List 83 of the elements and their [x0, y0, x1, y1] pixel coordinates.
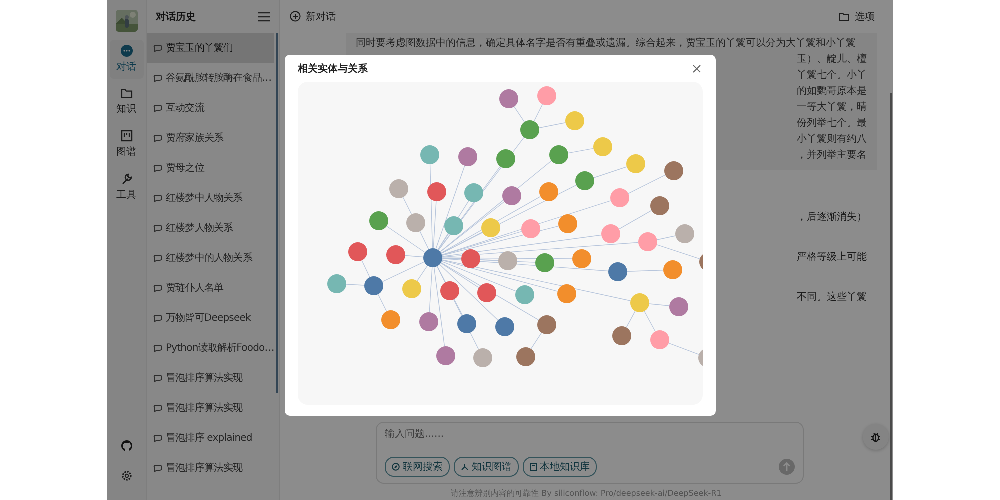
edge-line	[514, 106, 526, 122]
edge-line	[668, 342, 700, 356]
chat-bubble-icon	[153, 404, 163, 412]
menu-icon[interactable]	[258, 12, 270, 22]
history-item[interactable]: 红楼梦中人物关系	[147, 183, 274, 213]
message-text: 份列举七个。最	[797, 117, 867, 130]
chat-bubble-icon	[153, 314, 163, 322]
history-item[interactable]: 贾府家族关系	[147, 123, 274, 153]
edge-line	[378, 294, 388, 312]
tool-toggle[interactable]: 知识图谱	[454, 457, 519, 477]
close-icon[interactable]	[693, 64, 701, 72]
history-item[interactable]: Python读取解析Foodo…	[147, 333, 274, 363]
history-item[interactable]: 贾母之位	[147, 153, 274, 183]
dialog-title: 相关实体与关系	[298, 62, 368, 76]
github-icon[interactable]	[120, 440, 132, 452]
edge-line	[405, 255, 424, 258]
bug-icon	[870, 431, 882, 443]
chat-bubble-icon	[153, 164, 163, 172]
edge-line	[656, 244, 700, 260]
edge-line	[346, 284, 365, 286]
new-chat-button[interactable]: 新对话	[290, 10, 336, 24]
chat-bubble-icon	[153, 374, 163, 382]
message-text: 玉）、靛儿、檀	[797, 53, 867, 66]
tool-toggle[interactable]: 本地知识库	[523, 457, 597, 477]
branch-icon	[461, 463, 469, 471]
history-item[interactable]: 冒泡排序 explained	[147, 423, 274, 453]
history-item[interactable]: 贾宝玉的丫鬟们	[147, 33, 274, 63]
message-text: 的如鹦哥原本是	[797, 85, 867, 98]
tool-toggle[interactable]: 联网搜索	[385, 457, 450, 477]
folder-icon	[120, 88, 132, 99]
edge-line	[656, 236, 676, 240]
message-text: 小丫鬟则有约八	[797, 133, 867, 146]
edge-line	[618, 210, 652, 230]
chat-bubble-icon	[153, 464, 163, 472]
history-item[interactable]: 万物皆可Deepseek	[147, 303, 274, 333]
chat-bubble-icon	[153, 434, 163, 442]
answer-text: 不同。这些丫鬟	[797, 290, 867, 304]
options-button[interactable]: 选项	[839, 10, 875, 24]
chat-bubble-icon	[153, 134, 163, 142]
nav-item[interactable]: 对话	[110, 40, 144, 79]
history-item[interactable]: 红楼梦中的人物关系	[147, 243, 274, 273]
edge-line	[568, 148, 594, 154]
chat-bubble-icon	[153, 344, 163, 352]
chat-bubble-icon	[153, 44, 163, 52]
message-text: 丫鬟七个。小丫	[797, 69, 867, 82]
sidebar-title: 对话历史	[156, 10, 196, 24]
chat-bubble-icon	[153, 254, 163, 262]
folder-icon	[839, 12, 850, 22]
chat-bubble-icon	[153, 224, 163, 232]
edge-line	[362, 260, 370, 278]
chat-icon	[120, 45, 132, 57]
history-item[interactable]: 冒泡排序算法实现	[147, 453, 274, 483]
answer-text: ，后逐渐消失）	[797, 210, 867, 224]
board-icon	[120, 130, 132, 142]
message-text: 同时要考虑图数据中的信息，确定具体名字是否有重叠或遗漏。综合起来，贾宝玉的丫鬟可以分为大丫鬟和小丫鬟	[356, 37, 857, 50]
edge-line	[649, 304, 670, 306]
history-item[interactable]: 互动交流	[147, 93, 274, 123]
message-text: ，并列举主要名	[797, 149, 867, 162]
edge-line	[626, 310, 636, 328]
history-item[interactable]: 贾琏仆人名单	[147, 273, 274, 303]
nav-item[interactable]: 知识	[110, 83, 144, 121]
edge-line	[644, 311, 656, 332]
compass-icon	[392, 463, 400, 471]
nav-item[interactable]: 图谱	[110, 125, 144, 164]
history-item[interactable]: 谷氨酰胺转胺酶在食品…	[147, 63, 274, 93]
bug-report-button[interactable]	[863, 424, 889, 450]
history-item[interactable]: 冒泡排序算法实现	[147, 363, 274, 393]
message-text: 一等大丫鬟，晴	[797, 101, 867, 114]
history-item[interactable]: 红楼梦人物关系	[147, 213, 274, 243]
plus-circle-icon	[290, 11, 301, 22]
settings-icon[interactable]	[120, 470, 132, 482]
chat-bubble-icon	[153, 284, 163, 292]
answer-text: 严格等级上可能	[797, 250, 867, 264]
nav-item[interactable]: 工具	[110, 168, 144, 207]
wrench-icon	[120, 173, 132, 185]
chat-bubble-icon	[153, 194, 163, 202]
history-item[interactable]: 冒泡排序算法实现	[147, 393, 274, 423]
edge-line	[402, 197, 412, 215]
chat-bubble-icon	[153, 104, 163, 112]
question-input[interactable]: 输入问题...... 联网搜索 知识图谱 本地知识库	[376, 422, 804, 484]
edge-line	[530, 332, 542, 350]
chat-bubble-icon	[153, 74, 163, 82]
document-icon	[530, 463, 537, 471]
